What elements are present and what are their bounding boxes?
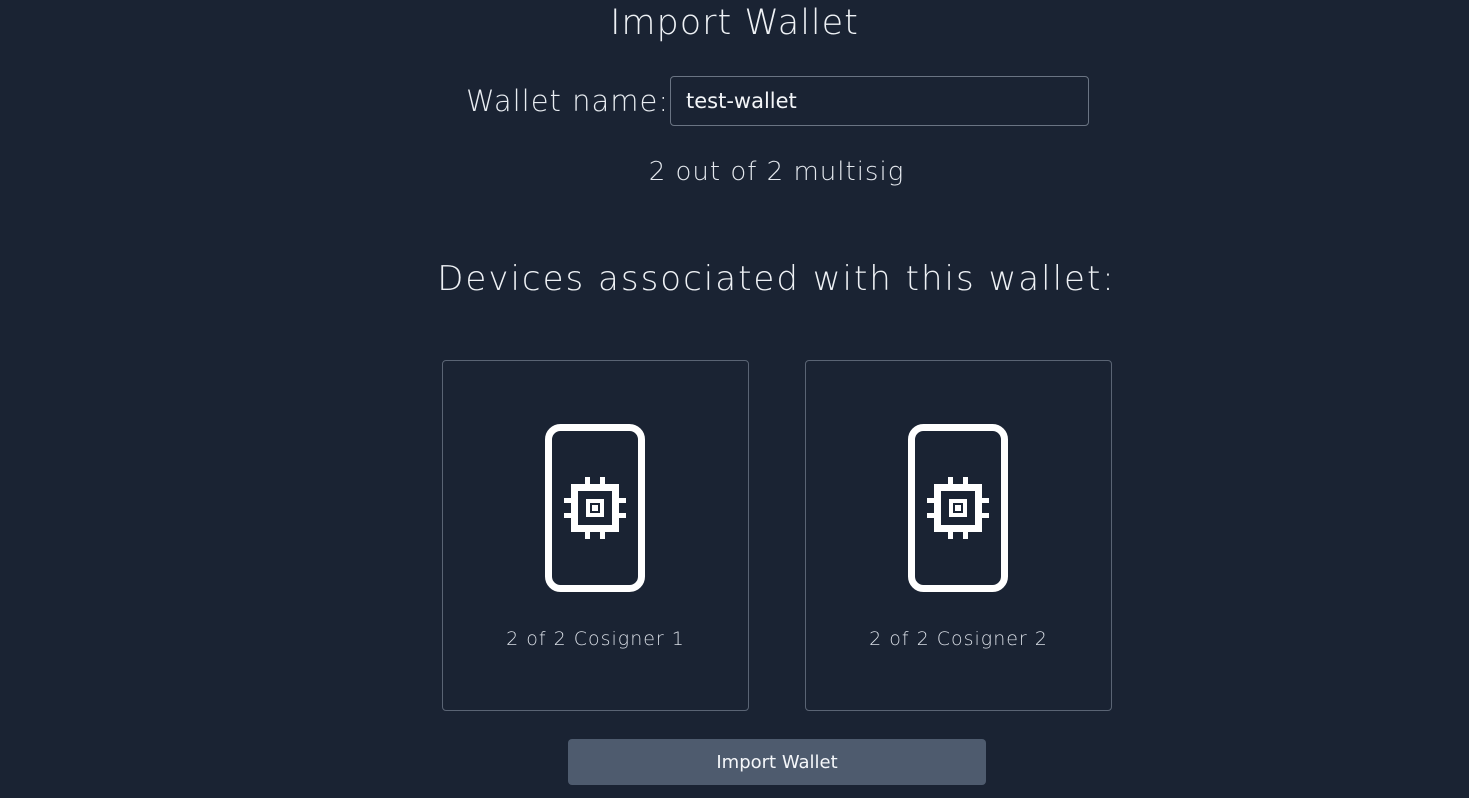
- wallet-name-label: Wallet name:: [466, 84, 670, 118]
- hardware-device-chip-icon: [545, 424, 645, 592]
- device-label-cosigner-2: 2 of 2 Cosigner 2: [869, 628, 1048, 650]
- device-card-cosigner-2[interactable]: 2 of 2 Cosigner 2: [805, 360, 1112, 711]
- import-wallet-button[interactable]: Import Wallet: [568, 739, 986, 785]
- import-wallet-page: Import Wallet Wallet name: 2 out of 2 mu…: [0, 0, 1469, 798]
- devices-heading: Devices associated with this wallet:: [437, 259, 1116, 299]
- page-title: Import Wallet: [610, 3, 859, 43]
- wallet-name-input[interactable]: [670, 76, 1089, 126]
- device-label-cosigner-1: 2 of 2 Cosigner 1: [506, 628, 685, 650]
- device-card-cosigner-1[interactable]: 2 of 2 Cosigner 1: [442, 360, 749, 711]
- wallet-name-row: Wallet name:: [466, 76, 1089, 126]
- hardware-device-chip-icon: [908, 424, 1008, 592]
- multisig-description: 2 out of 2 multisig: [648, 157, 905, 187]
